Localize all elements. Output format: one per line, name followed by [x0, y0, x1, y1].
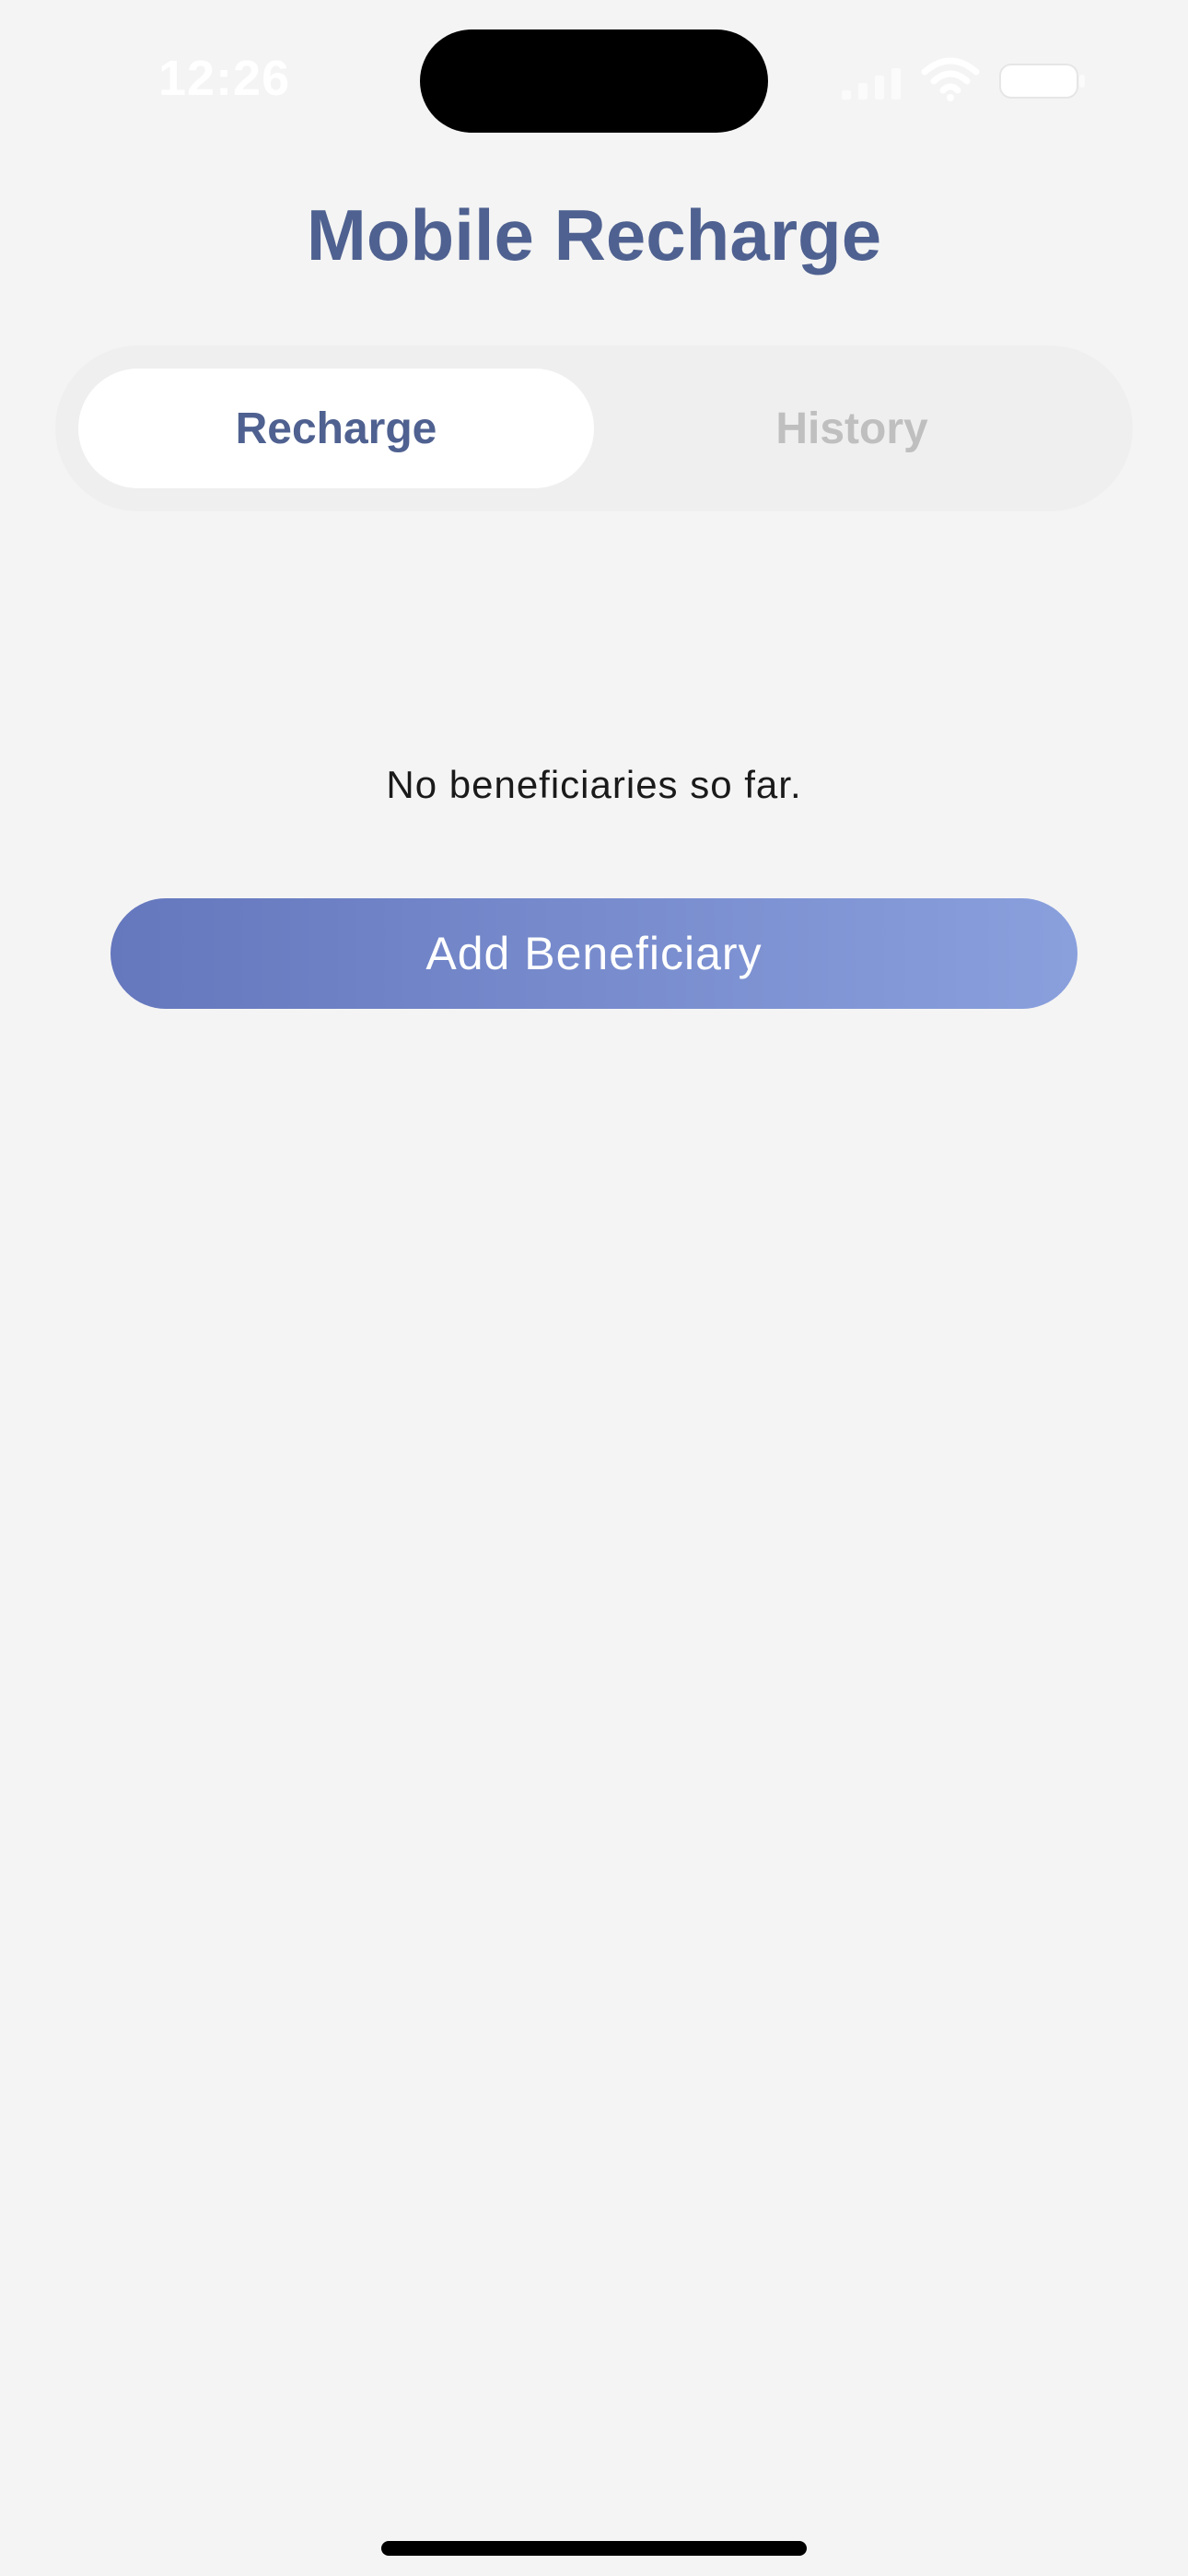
page-title: Mobile Recharge [306, 194, 882, 275]
tab-recharge[interactable]: Recharge [78, 369, 594, 488]
status-time: 12:26 [158, 51, 291, 106]
empty-state-message: No beneficiaries so far. [386, 763, 802, 806]
dynamic-island [420, 29, 768, 133]
battery-icon [999, 64, 1085, 99]
status-bar: 12:26 [0, 0, 1188, 157]
segmented-control: Recharge History [55, 345, 1133, 511]
add-beneficiary-button[interactable]: Add Beneficiary [111, 898, 1077, 1009]
signal-icon [842, 68, 901, 100]
home-indicator[interactable] [381, 2541, 807, 2556]
wifi-icon [921, 57, 980, 101]
tab-history[interactable]: History [594, 369, 1110, 488]
